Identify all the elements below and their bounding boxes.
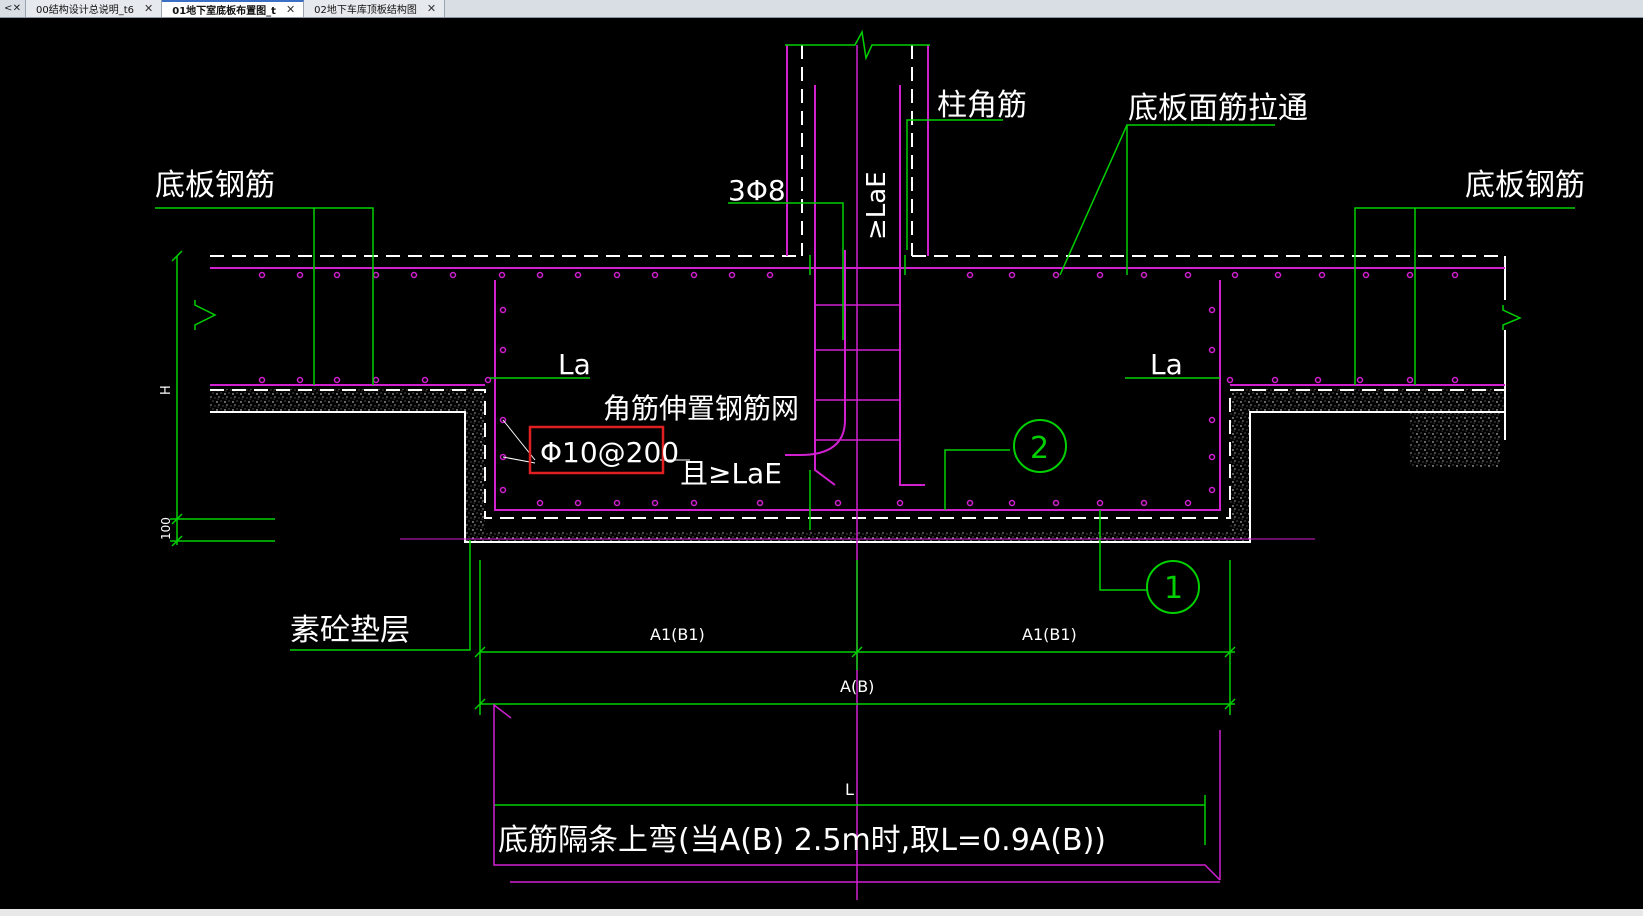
label-top-rebar-through: 底板面筋拉通 — [1128, 91, 1308, 126]
tab-label: 00结构设计总说明_t6 — [36, 5, 135, 16]
label-slab-rebar-right: 底板钢筋 — [1465, 168, 1585, 203]
status-bar — [0, 909, 1643, 916]
note-bottom: 底筋隔条上弯(当A(B) 2.5m时,取L=0.9A(B)) — [498, 823, 1106, 858]
circle-1-text: 1 — [1164, 571, 1183, 606]
tab-structural-notes[interactable]: 00结构设计总说明_t6 ✕ — [26, 0, 163, 17]
dim-a1-right: A1(B1) — [1022, 625, 1077, 644]
label-slab-rebar-left: 底板钢筋 — [155, 168, 275, 203]
dim-l: L — [845, 780, 854, 799]
tab-scroll-left-icon[interactable]: < — [4, 3, 12, 14]
tab-basement-slab-plan[interactable]: 01地下室底板布置图_t ✕ — [162, 0, 305, 17]
dim-ab: A(B) — [840, 677, 874, 696]
label-h: H — [159, 385, 174, 395]
label-and-lae: 且≥LaE — [680, 457, 782, 490]
close-icon[interactable]: ✕ — [286, 3, 295, 16]
label-100: 100 — [159, 517, 173, 540]
label-3phi8: 3Φ8 — [728, 174, 786, 207]
tab-stub[interactable]: < ✕ — [0, 0, 26, 17]
label-column-corner-rebar: 柱角筋 — [937, 88, 1027, 123]
label-la-right: La — [1150, 348, 1183, 381]
label-lae-vertical: ≥LaE — [862, 171, 892, 240]
tab-label: 02地下车库顶板结构图 — [314, 5, 417, 16]
label-plain-concrete: 素砼垫层 — [290, 613, 410, 648]
close-icon[interactable]: ✕ — [13, 3, 21, 14]
tab-label: 01地下室底板布置图_t — [172, 6, 276, 17]
label-phi10: Φ10@200 — [540, 436, 679, 469]
label-corner-mesh: 角筋伸置钢筋网 — [603, 392, 799, 425]
close-icon[interactable]: ✕ — [144, 2, 153, 15]
tab-bar: < ✕ 00结构设计总说明_t6 ✕ 01地下室底板布置图_t ✕ 02地下车库… — [0, 0, 1643, 18]
tab-garage-roof-plan[interactable]: 02地下车库顶板结构图 ✕ — [304, 0, 446, 17]
label-la-left: La — [558, 348, 591, 381]
dim-a1-left: A1(B1) — [650, 625, 705, 644]
cad-drawing-canvas[interactable]: 底板钢筋 底板钢筋 柱角筋 底板面筋拉通 3Φ8 ≥LaE La La 角筋伸置… — [0, 18, 1643, 909]
close-icon[interactable]: ✕ — [427, 2, 436, 15]
circle-2-text: 2 — [1030, 431, 1049, 466]
